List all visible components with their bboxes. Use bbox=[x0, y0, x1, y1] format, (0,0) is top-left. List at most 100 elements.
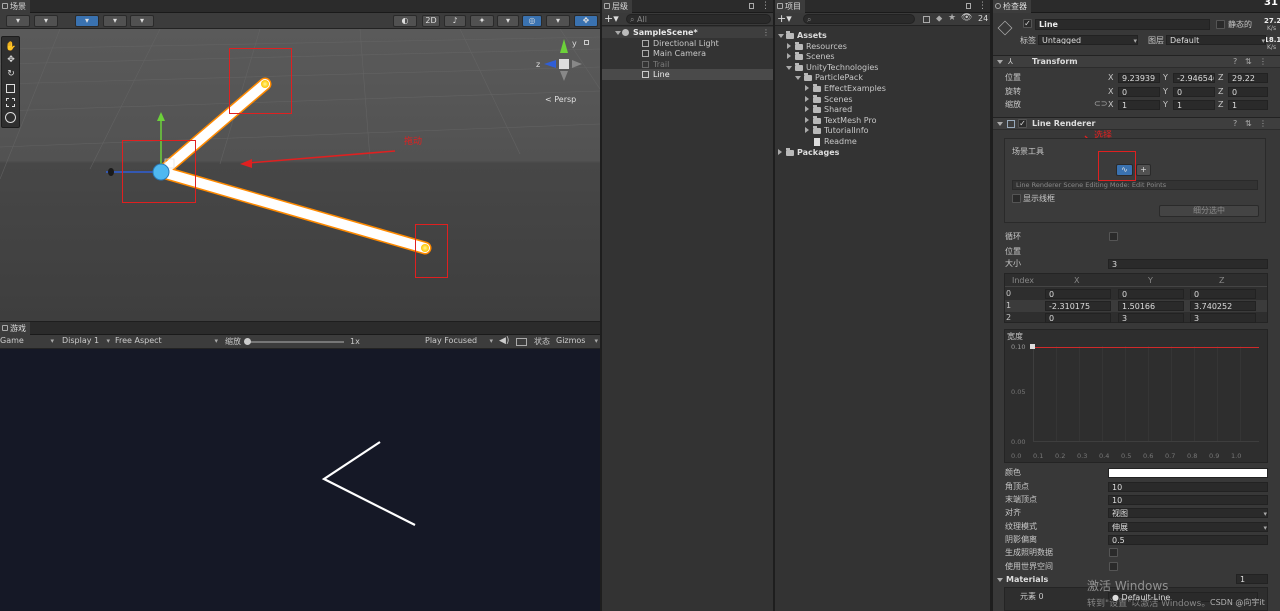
scale-z-field[interactable]: 1 bbox=[1228, 100, 1268, 110]
object-name-input[interactable]: Line bbox=[1035, 19, 1210, 30]
search-by-label-icon[interactable]: ⬥ bbox=[936, 14, 942, 24]
fold-icon[interactable] bbox=[805, 127, 809, 133]
rotate-tool-icon[interactable]: ↻ bbox=[5, 69, 17, 79]
stats-button[interactable]: 状态 bbox=[534, 336, 550, 347]
hidden-objects-button[interactable]: ◎ bbox=[522, 15, 542, 27]
persp-label[interactable]: < Persp bbox=[545, 95, 576, 104]
point-0-x[interactable]: 0 bbox=[1045, 289, 1111, 299]
create-points-button[interactable]: + bbox=[1136, 164, 1151, 176]
fold-icon[interactable] bbox=[787, 53, 791, 59]
generate-lighting-data-checkbox[interactable] bbox=[1109, 548, 1118, 557]
scene-fold-icon[interactable] bbox=[615, 31, 621, 35]
pos-z-label[interactable]: Z bbox=[1218, 72, 1223, 83]
tab-game[interactable]: 游戏 bbox=[0, 322, 30, 335]
scene-menu-icon[interactable]: ⋮ bbox=[762, 27, 770, 38]
search-by-type-icon[interactable] bbox=[923, 16, 930, 23]
gizmo-lock-icon[interactable] bbox=[584, 40, 589, 45]
rot-y-label[interactable]: Y bbox=[1163, 86, 1168, 97]
lighting-toggle-button[interactable]: ◐ bbox=[393, 15, 417, 27]
point-2-x[interactable]: 0 bbox=[1045, 313, 1111, 323]
materials-count-field[interactable]: 1 bbox=[1236, 574, 1268, 584]
point-1-x[interactable]: -2.310175 bbox=[1045, 301, 1111, 311]
width-curve-key[interactable] bbox=[1030, 344, 1035, 349]
hierarchy-lock-icon[interactable] bbox=[749, 3, 754, 9]
scale-y-field[interactable]: 1 bbox=[1173, 100, 1215, 110]
transform-fold-icon[interactable] bbox=[997, 60, 1003, 64]
hierarchy-item-main-camera[interactable]: Main Camera bbox=[602, 48, 773, 59]
tag-dropdown[interactable]: Untagged bbox=[1038, 35, 1138, 45]
pos-x-label[interactable]: X bbox=[1108, 72, 1113, 83]
orientation-gizmo[interactable]: y z bbox=[536, 35, 594, 95]
project-lock-icon[interactable] bbox=[966, 3, 971, 9]
pos-y-label[interactable]: Y bbox=[1163, 72, 1168, 83]
draw-mode-button[interactable]: ▾ bbox=[6, 15, 30, 27]
point-0-z[interactable]: 0 bbox=[1190, 289, 1256, 299]
gizmos-button[interactable]: ✥ bbox=[574, 15, 598, 27]
fold-icon[interactable] bbox=[786, 66, 792, 70]
shadow-bias-field[interactable]: 0.5 bbox=[1108, 535, 1268, 545]
transform-menu-icon[interactable]: ⋮ bbox=[1259, 57, 1267, 66]
width-curve-editor[interactable]: 宽度 0.10 0.05 0.00 0.0 0.1 0.2 0.3 0.4 0.… bbox=[1004, 329, 1268, 463]
hand-tool-icon[interactable]: ✋ bbox=[5, 42, 17, 52]
pos-y-field[interactable]: -2.946546 bbox=[1173, 73, 1215, 83]
project-add-button[interactable]: +▾ bbox=[777, 12, 792, 25]
fold-icon[interactable] bbox=[778, 149, 782, 155]
rot-y-field[interactable]: 0 bbox=[1173, 87, 1215, 97]
materials-fold-icon[interactable] bbox=[997, 578, 1003, 582]
fold-icon[interactable] bbox=[805, 96, 809, 102]
hierarchy-search-input[interactable]: ⌕ All bbox=[626, 14, 771, 24]
color-swatch[interactable] bbox=[1108, 468, 1268, 478]
pos-z-field[interactable]: 29.22 bbox=[1228, 73, 1268, 83]
transform-help-icon[interactable]: ? bbox=[1233, 57, 1237, 66]
scale-y-label[interactable]: Y bbox=[1163, 99, 1168, 110]
pos-x-field[interactable]: 9.23939 bbox=[1118, 73, 1160, 83]
scale-slider-track[interactable] bbox=[246, 341, 344, 343]
grid-snap-button[interactable]: ▾ bbox=[75, 15, 99, 27]
fold-icon[interactable] bbox=[778, 34, 784, 38]
camera-settings-button[interactable]: ▾ bbox=[546, 15, 570, 27]
line-renderer-header[interactable]: ✓ Line Renderer ? ⇅ ⋮ bbox=[993, 117, 1280, 130]
audio-toggle-button[interactable]: ♪ bbox=[444, 15, 466, 27]
point-0-y[interactable]: 0 bbox=[1118, 289, 1184, 299]
hidden-packages-icon[interactable]: 👁 bbox=[961, 13, 972, 23]
aspect-dropdown[interactable]: Free Aspect bbox=[115, 335, 218, 347]
fold-icon[interactable] bbox=[805, 117, 809, 123]
fold-icon[interactable] bbox=[787, 43, 791, 49]
scale-slider-thumb[interactable] bbox=[244, 338, 251, 345]
play-mode-dropdown[interactable]: Play Focused bbox=[425, 335, 493, 347]
display-mode-dropdown[interactable]: Game bbox=[0, 335, 54, 347]
hierarchy-menu-icon[interactable]: ⋮ bbox=[761, 0, 770, 12]
tab-scene[interactable]: 场景 bbox=[0, 0, 30, 13]
mute-audio-icon[interactable]: ◀) bbox=[499, 336, 509, 346]
texture-mode-dropdown[interactable]: 伸展 bbox=[1108, 522, 1268, 532]
rot-x-label[interactable]: X bbox=[1108, 86, 1113, 97]
move-tool-icon[interactable]: ✥ bbox=[5, 55, 17, 65]
tab-inspector[interactable]: 检查器 bbox=[993, 0, 1031, 13]
rot-z-label[interactable]: Z bbox=[1218, 86, 1223, 97]
line-renderer-preset-icon[interactable]: ⇅ bbox=[1245, 119, 1252, 128]
scale-z-label[interactable]: Z bbox=[1218, 99, 1223, 110]
render-mode-button[interactable]: ▾ bbox=[34, 15, 58, 27]
transform-preset-icon[interactable]: ⇅ bbox=[1245, 57, 1252, 66]
static-checkbox[interactable] bbox=[1216, 20, 1225, 29]
rot-x-field[interactable]: 0 bbox=[1118, 87, 1160, 97]
loop-checkbox[interactable] bbox=[1109, 232, 1118, 241]
line-renderer-enabled-checkbox[interactable]: ✓ bbox=[1018, 119, 1027, 128]
layer-dropdown[interactable]: Default bbox=[1166, 35, 1266, 45]
gizmos-dropdown[interactable]: Gizmos bbox=[556, 335, 598, 347]
subdivide-selected-button[interactable]: 细分选中 bbox=[1159, 205, 1259, 217]
point-1-y[interactable]: 1.50166 bbox=[1118, 301, 1184, 311]
point-2-z[interactable]: 3 bbox=[1190, 313, 1256, 323]
rect-tool-icon[interactable] bbox=[6, 98, 15, 107]
line-renderer-menu-icon[interactable]: ⋮ bbox=[1259, 119, 1267, 128]
hierarchy-item-scene[interactable]: SampleScene* ⋮ bbox=[602, 27, 773, 38]
scale-x-field[interactable]: 1 bbox=[1118, 100, 1160, 110]
corner-vertices-field[interactable]: 10 bbox=[1108, 482, 1268, 492]
alignment-dropdown[interactable]: 视图 bbox=[1108, 508, 1268, 518]
project-menu-icon[interactable]: ⋮ bbox=[978, 0, 987, 12]
favorites-icon[interactable]: ★ bbox=[948, 13, 956, 23]
transform-header[interactable]: ⅄ Transform ? ⇅ ⋮ bbox=[993, 55, 1280, 68]
transform-tool-icon[interactable] bbox=[5, 112, 16, 123]
active-checkbox[interactable]: ✓ bbox=[1023, 19, 1032, 28]
fold-icon[interactable] bbox=[805, 106, 809, 112]
